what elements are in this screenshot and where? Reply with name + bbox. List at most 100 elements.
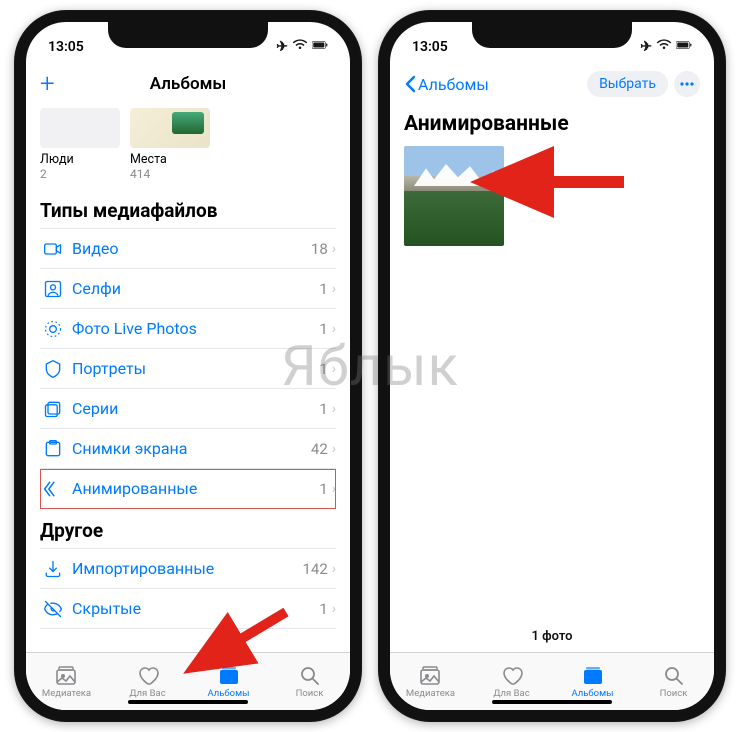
row-count: 1 [319, 280, 327, 298]
section-other: Другое [40, 519, 336, 542]
album-thumb [40, 108, 120, 148]
row-label: Импортированные [72, 559, 302, 578]
tab-label: Медиатека [42, 688, 91, 699]
more-button[interactable] [674, 71, 700, 97]
row-label: Серии [72, 399, 319, 418]
album-count: 414 [130, 167, 210, 181]
notch [472, 22, 632, 48]
tab-search[interactable]: Поиск [633, 653, 714, 710]
album-label: Люди [40, 152, 120, 167]
row-count: 1 [319, 360, 327, 378]
tab-search[interactable]: Поиск [269, 653, 350, 710]
chevron-right-icon: › [332, 361, 336, 377]
media-type-row-burst[interactable]: Серии1 › [40, 389, 336, 429]
back-label: Альбомы [418, 75, 489, 94]
section-media-types: Типы медиафайлов [40, 199, 336, 222]
nav-bar: + Альбомы [26, 62, 350, 106]
row-label: Селфи [72, 279, 319, 298]
tab-label: Поиск [296, 688, 324, 699]
airplane-icon: ✈︎ [276, 39, 288, 55]
add-album-button[interactable]: + [40, 71, 55, 97]
album-count: 2 [40, 167, 120, 181]
annotation-arrow-thumb [520, 162, 630, 202]
foryou-icon [500, 664, 524, 686]
chevron-right-icon: › [332, 601, 336, 617]
portrait-icon [40, 359, 66, 379]
airplane-icon: ✈︎ [640, 39, 652, 55]
animated-icon [40, 479, 66, 499]
media-type-row-selfie[interactable]: Селфи1 › [40, 269, 336, 309]
row-label: Портреты [72, 359, 319, 378]
tab-library[interactable]: Медиатека [390, 653, 471, 710]
hidden-icon [40, 599, 66, 619]
media-type-row-livephoto[interactable]: Фото Live Photos1› [40, 309, 336, 349]
annotation-arrow-tab [216, 612, 296, 652]
albums-icon [217, 664, 241, 686]
media-types-list: Видео18›Селфи1›Фото Live Photos1›Портрет… [40, 228, 336, 509]
wifi-icon [656, 39, 672, 55]
media-type-row-screenshot[interactable]: Снимки экрана42› [40, 429, 336, 469]
tab-label: Альбомы [571, 688, 613, 699]
chevron-right-icon: › [332, 441, 336, 457]
tab-bar: Медиатека Для Вас Альбомы Поиск [26, 652, 350, 710]
phone-right: 13:05 ✈︎ Альбомы Выбрать [378, 10, 726, 722]
select-button[interactable]: Выбрать [587, 71, 668, 97]
tab-label: Альбомы [207, 688, 249, 699]
album-people[interactable]: Люди 2 [40, 108, 120, 181]
burst-icon [40, 399, 66, 419]
albums-icon [581, 664, 605, 686]
chevron-right-icon: › [332, 481, 336, 497]
tab-label: Для Вас [493, 688, 529, 699]
status-time: 13:05 [48, 39, 84, 55]
row-label: Анимированные [72, 479, 319, 498]
row-count: 142 [302, 560, 327, 578]
content-area: Люди 2 Места 414 Типы медиафайлов Видео1… [26, 106, 350, 652]
album-detail-title: Анимированные [390, 106, 714, 140]
home-indicator [128, 700, 248, 704]
tab-label: Медиатека [406, 688, 455, 699]
row-count: 42 [311, 440, 328, 458]
row-count: 1 [319, 480, 327, 498]
battery-icon [676, 39, 692, 55]
media-type-row-animated[interactable]: Анимированные1 › [40, 469, 336, 509]
tab-library[interactable]: Медиатека [26, 653, 107, 710]
chevron-right-icon: › [332, 241, 336, 257]
nav-bar: Альбомы Выбрать [390, 62, 714, 106]
back-button[interactable]: Альбомы [404, 75, 489, 94]
library-icon [55, 664, 79, 686]
row-label: Видео [72, 239, 311, 258]
wifi-icon [292, 39, 308, 55]
library-icon [419, 664, 443, 686]
photo-count-label: 1 фото [390, 629, 714, 652]
foryou-icon [136, 664, 160, 686]
status-time: 13:05 [412, 39, 448, 55]
tab-bar: Медиатека Для Вас Альбомы Поиск [390, 652, 714, 710]
album-places[interactable]: Места 414 [130, 108, 210, 181]
livephoto-icon [40, 319, 66, 339]
selfie-icon [40, 279, 66, 299]
chevron-right-icon: › [332, 561, 336, 577]
page-title: Альбомы [150, 74, 227, 94]
media-type-row-video[interactable]: Видео18› [40, 229, 336, 269]
row-count: 1 [319, 400, 327, 418]
row-label: Снимки экрана [72, 439, 311, 458]
tab-label: Для Вас [129, 688, 165, 699]
album-label: Места [130, 152, 210, 167]
media-type-row-import[interactable]: Импортированные142 › [40, 549, 336, 589]
video-icon [40, 239, 66, 259]
import-icon [40, 559, 66, 579]
chevron-right-icon: › [332, 401, 336, 417]
screenshot-icon [40, 439, 66, 459]
chevron-right-icon: › [332, 281, 336, 297]
notch [108, 22, 268, 48]
more-icon [680, 82, 694, 86]
row-count: 1 [319, 600, 327, 618]
row-count: 18 [311, 240, 328, 258]
tab-label: Поиск [660, 688, 688, 699]
search-icon [662, 664, 686, 686]
album-thumb-map [130, 108, 210, 148]
search-icon [298, 664, 322, 686]
battery-icon [312, 39, 328, 55]
photo-thumbnail[interactable] [404, 146, 504, 246]
media-type-row-portrait[interactable]: Портреты1 › [40, 349, 336, 389]
